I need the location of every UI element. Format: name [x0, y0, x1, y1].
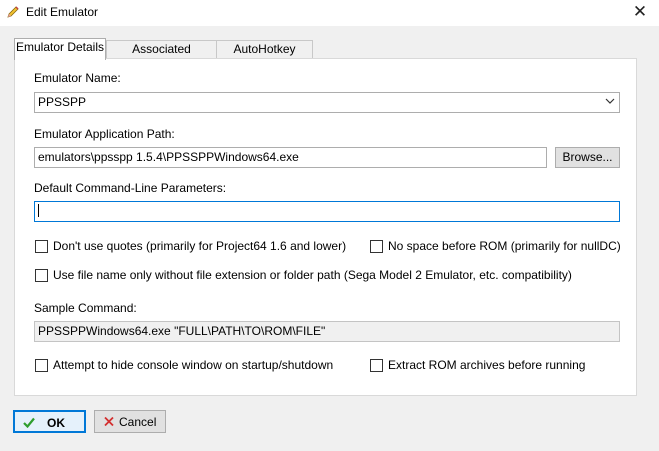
- emulator-name-label: Emulator Name:: [34, 71, 121, 85]
- sample-command-field: PPSSPPWindows64.exe "FULL\PATH\TO\ROM\FI…: [34, 321, 620, 342]
- text-caret: [38, 204, 39, 218]
- filename-only-label: Use file name only without file extensio…: [53, 268, 572, 282]
- tab-label: Emulator Details: [15, 40, 105, 54]
- cancel-button[interactable]: Cancel: [94, 410, 166, 433]
- extract-rom-label: Extract ROM archives before running: [388, 358, 586, 372]
- no-quotes-checkbox[interactable]: [35, 240, 48, 253]
- filename-only-checkbox[interactable]: [35, 269, 48, 282]
- command-line-params-input[interactable]: [34, 201, 620, 222]
- application-path-input[interactable]: emulators\ppsspp 1.5.4\PPSSPPWindows64.e…: [34, 147, 547, 168]
- tab-autohotkey-script[interactable]: AutoHotkey Script: [216, 40, 313, 73]
- no-space-label: No space before ROM (primarily for nullD…: [388, 239, 621, 253]
- checkmark-icon: [23, 417, 35, 428]
- x-icon: [104, 416, 114, 427]
- no-space-checkbox[interactable]: [370, 240, 383, 253]
- browse-button-label: Browse...: [562, 150, 613, 164]
- no-quotes-label: Don't use quotes (primarily for Project6…: [53, 239, 347, 253]
- ok-button[interactable]: OK: [13, 410, 86, 433]
- sample-command-label: Sample Command:: [34, 301, 137, 315]
- no-space-checkbox-row[interactable]: No space before ROM (primarily for nullD…: [370, 239, 621, 255]
- close-button[interactable]: ✕: [629, 2, 651, 22]
- emulator-details-panel: Emulator Name: PPSSPP Emulator Applicati…: [14, 58, 637, 396]
- emulator-name-value: PPSSPP: [38, 95, 87, 109]
- pencil-icon: [7, 6, 19, 18]
- chevron-down-icon[interactable]: [605, 96, 615, 106]
- application-path-value: emulators\ppsspp 1.5.4\PPSSPPWindows64.e…: [38, 150, 299, 164]
- extract-rom-checkbox[interactable]: [370, 359, 383, 372]
- hide-console-checkbox-row[interactable]: Attempt to hide console window on startu…: [35, 358, 345, 374]
- emulator-name-combobox[interactable]: PPSSPP: [34, 92, 620, 113]
- sample-command-value: PPSSPPWindows64.exe "FULL\PATH\TO\ROM\FI…: [38, 324, 326, 338]
- close-icon: ✕: [632, 2, 648, 21]
- extract-rom-checkbox-row[interactable]: Extract ROM archives before running: [370, 358, 620, 374]
- window-title: Edit Emulator: [26, 5, 99, 19]
- cancel-button-label: Cancel: [119, 415, 157, 429]
- filename-only-checkbox-row[interactable]: Use file name only without file extensio…: [35, 268, 620, 284]
- application-path-label: Emulator Application Path:: [34, 127, 175, 141]
- no-quotes-checkbox-row[interactable]: Don't use quotes (primarily for Project6…: [35, 239, 347, 255]
- tab-associated-platforms[interactable]: Associated Platforms: [106, 40, 217, 73]
- ok-button-label: OK: [47, 416, 65, 430]
- command-line-params-label: Default Command-Line Parameters:: [34, 181, 227, 195]
- title-bar: Edit Emulator ✕: [0, 0, 659, 26]
- hide-console-label: Attempt to hide console window on startu…: [53, 358, 334, 372]
- hide-console-checkbox[interactable]: [35, 359, 48, 372]
- browse-button[interactable]: Browse...: [555, 147, 620, 168]
- tab-emulator-details[interactable]: Emulator Details: [14, 38, 106, 60]
